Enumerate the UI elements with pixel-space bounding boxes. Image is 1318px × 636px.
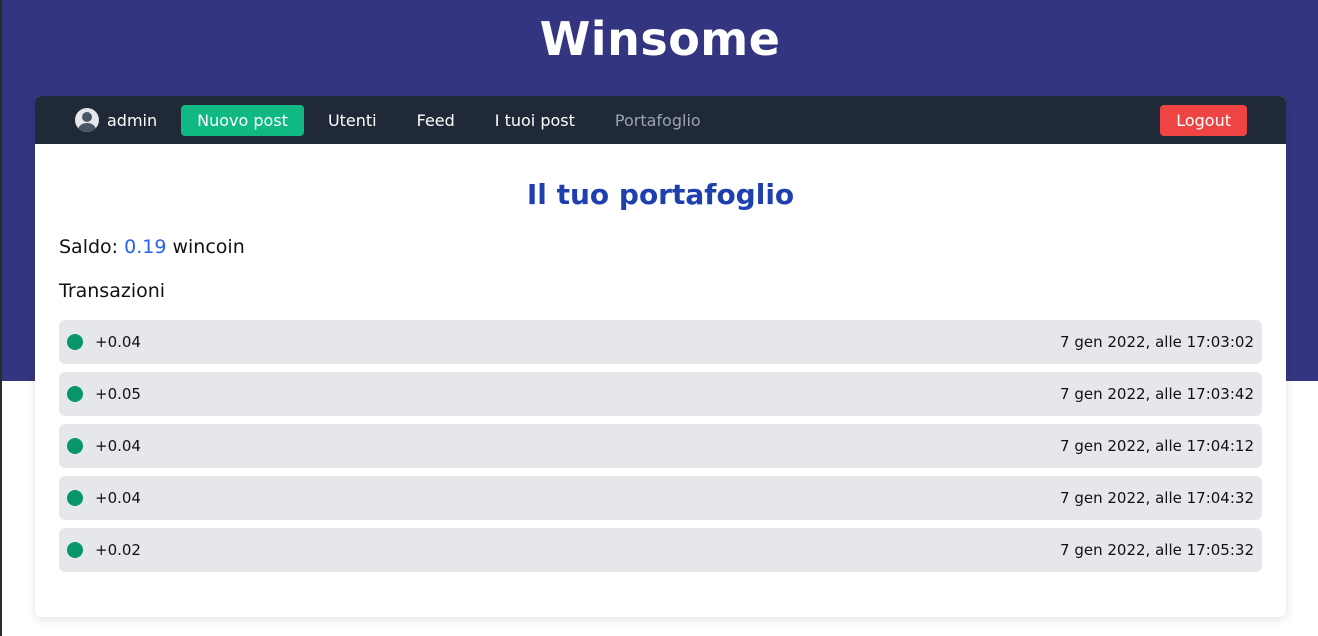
transaction-date: 7 gen 2022, alle 17:03:42	[1060, 385, 1254, 403]
transaction-amount: +0.02	[95, 541, 141, 559]
positive-status-dot-icon	[67, 490, 83, 506]
nav-feed-link[interactable]: Feed	[401, 105, 471, 136]
navbar: admin Nuovo post Utenti Feed I tuoi post…	[35, 96, 1286, 144]
avatar-icon	[75, 108, 99, 132]
transaction-date: 7 gen 2022, alle 17:04:32	[1060, 489, 1254, 507]
balance-label: Saldo:	[59, 236, 119, 258]
positive-status-dot-icon	[67, 542, 83, 558]
balance-unit: wincoin	[172, 236, 245, 258]
user-menu[interactable]: admin	[75, 108, 157, 132]
transaction-row: +0.04 7 gen 2022, alle 17:03:02	[59, 320, 1262, 364]
transactions-heading: Transazioni	[59, 280, 166, 302]
positive-status-dot-icon	[67, 438, 83, 454]
positive-status-dot-icon	[67, 386, 83, 402]
transaction-date: 7 gen 2022, alle 17:03:02	[1060, 333, 1254, 351]
transaction-date: 7 gen 2022, alle 17:04:12	[1060, 437, 1254, 455]
main-card: admin Nuovo post Utenti Feed I tuoi post…	[35, 96, 1286, 617]
logout-button[interactable]: Logout	[1160, 104, 1247, 136]
nav-my-posts-link[interactable]: I tuoi post	[479, 105, 591, 136]
username: admin	[107, 110, 158, 130]
page-title: Il tuo portafoglio	[526, 178, 795, 211]
nav-wallet-link[interactable]: Portafoglio	[599, 105, 717, 136]
transaction-amount: +0.05	[95, 385, 141, 403]
transaction-date: 7 gen 2022, alle 17:05:32	[1060, 541, 1254, 559]
nav-users-link[interactable]: Utenti	[312, 105, 393, 136]
nav-new-post-button[interactable]: Nuovo post	[181, 104, 304, 136]
transaction-row: +0.04 7 gen 2022, alle 17:04:32	[59, 476, 1262, 520]
transaction-amount: +0.04	[95, 333, 141, 351]
balance-value: 0.19	[124, 236, 167, 258]
positive-status-dot-icon	[67, 334, 83, 350]
transaction-row: +0.02 7 gen 2022, alle 17:05:32	[59, 528, 1262, 572]
transaction-amount: +0.04	[95, 489, 141, 507]
transaction-amount: +0.04	[95, 437, 141, 455]
transaction-row: +0.05 7 gen 2022, alle 17:03:42	[59, 372, 1262, 416]
transactions-list: +0.04 7 gen 2022, alle 17:03:02 +0.05 7 …	[59, 320, 1262, 572]
app-title: Winsome	[539, 12, 781, 66]
wallet-content: Il tuo portafoglio Saldo: 0.19 wincoin T…	[35, 178, 1286, 572]
balance-line: Saldo: 0.19 wincoin	[59, 236, 1262, 262]
transaction-row: +0.04 7 gen 2022, alle 17:04:12	[59, 424, 1262, 468]
